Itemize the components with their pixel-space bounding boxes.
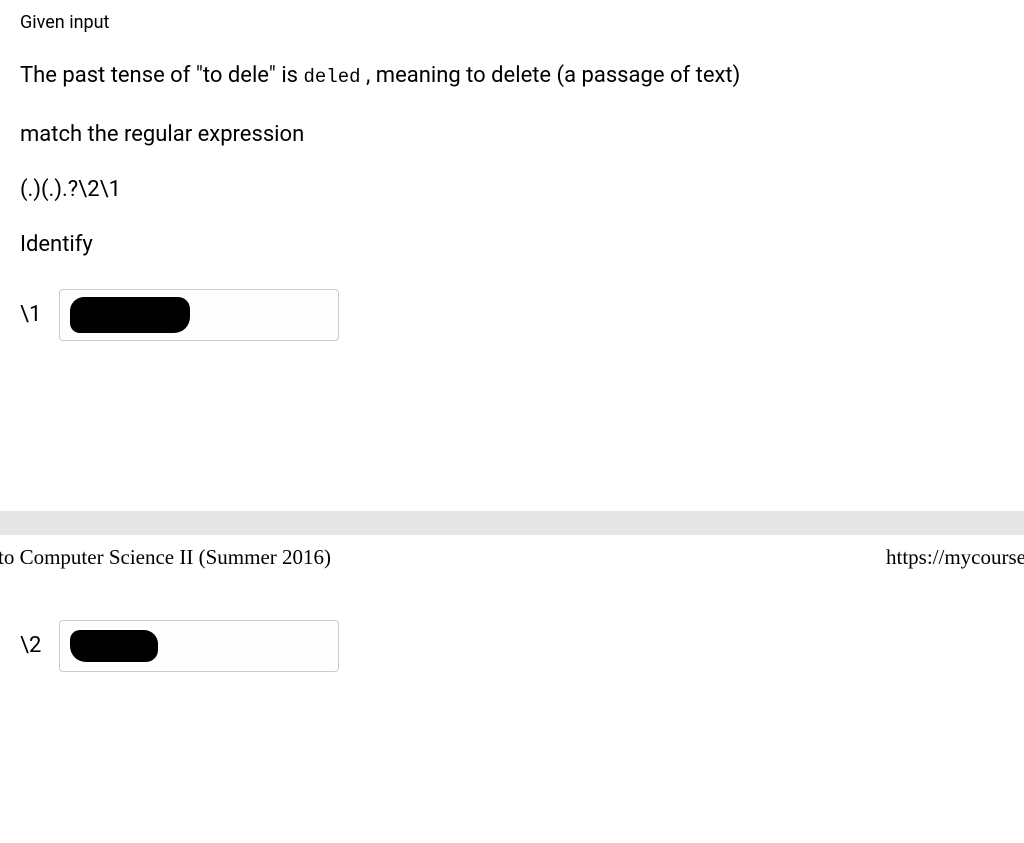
- answer-label-2: \2: [20, 633, 41, 658]
- answer-row-1: \1: [20, 289, 1004, 341]
- redacted-answer-2: [70, 630, 158, 662]
- redacted-answer-1: [70, 297, 190, 333]
- identify-label: Identify: [20, 232, 1004, 257]
- footer-row: to Computer Science II (Summer 2016) htt…: [0, 535, 1024, 570]
- footer-left-text: to Computer Science II (Summer 2016): [0, 545, 331, 570]
- match-line: match the regular expression: [20, 122, 1004, 147]
- sentence-suffix: , meaning to delete (a passage of text): [366, 63, 740, 88]
- footer-right-text: https://mycourse: [886, 545, 1024, 570]
- regex-expression: (.)(.).?\2\1: [20, 177, 1004, 202]
- section-divider: [0, 511, 1024, 535]
- answer-input-1[interactable]: [59, 289, 339, 341]
- answer-row-2: \2: [20, 620, 1004, 672]
- sentence-line: The past tense of "to dele" is deled , m…: [20, 61, 1004, 92]
- code-word: deled: [304, 66, 361, 88]
- answer-input-2[interactable]: [59, 620, 339, 672]
- given-input-label: Given input: [20, 12, 1004, 33]
- answer-label-1: \1: [20, 302, 41, 327]
- sentence-prefix: The past tense of "to dele" is: [20, 63, 298, 88]
